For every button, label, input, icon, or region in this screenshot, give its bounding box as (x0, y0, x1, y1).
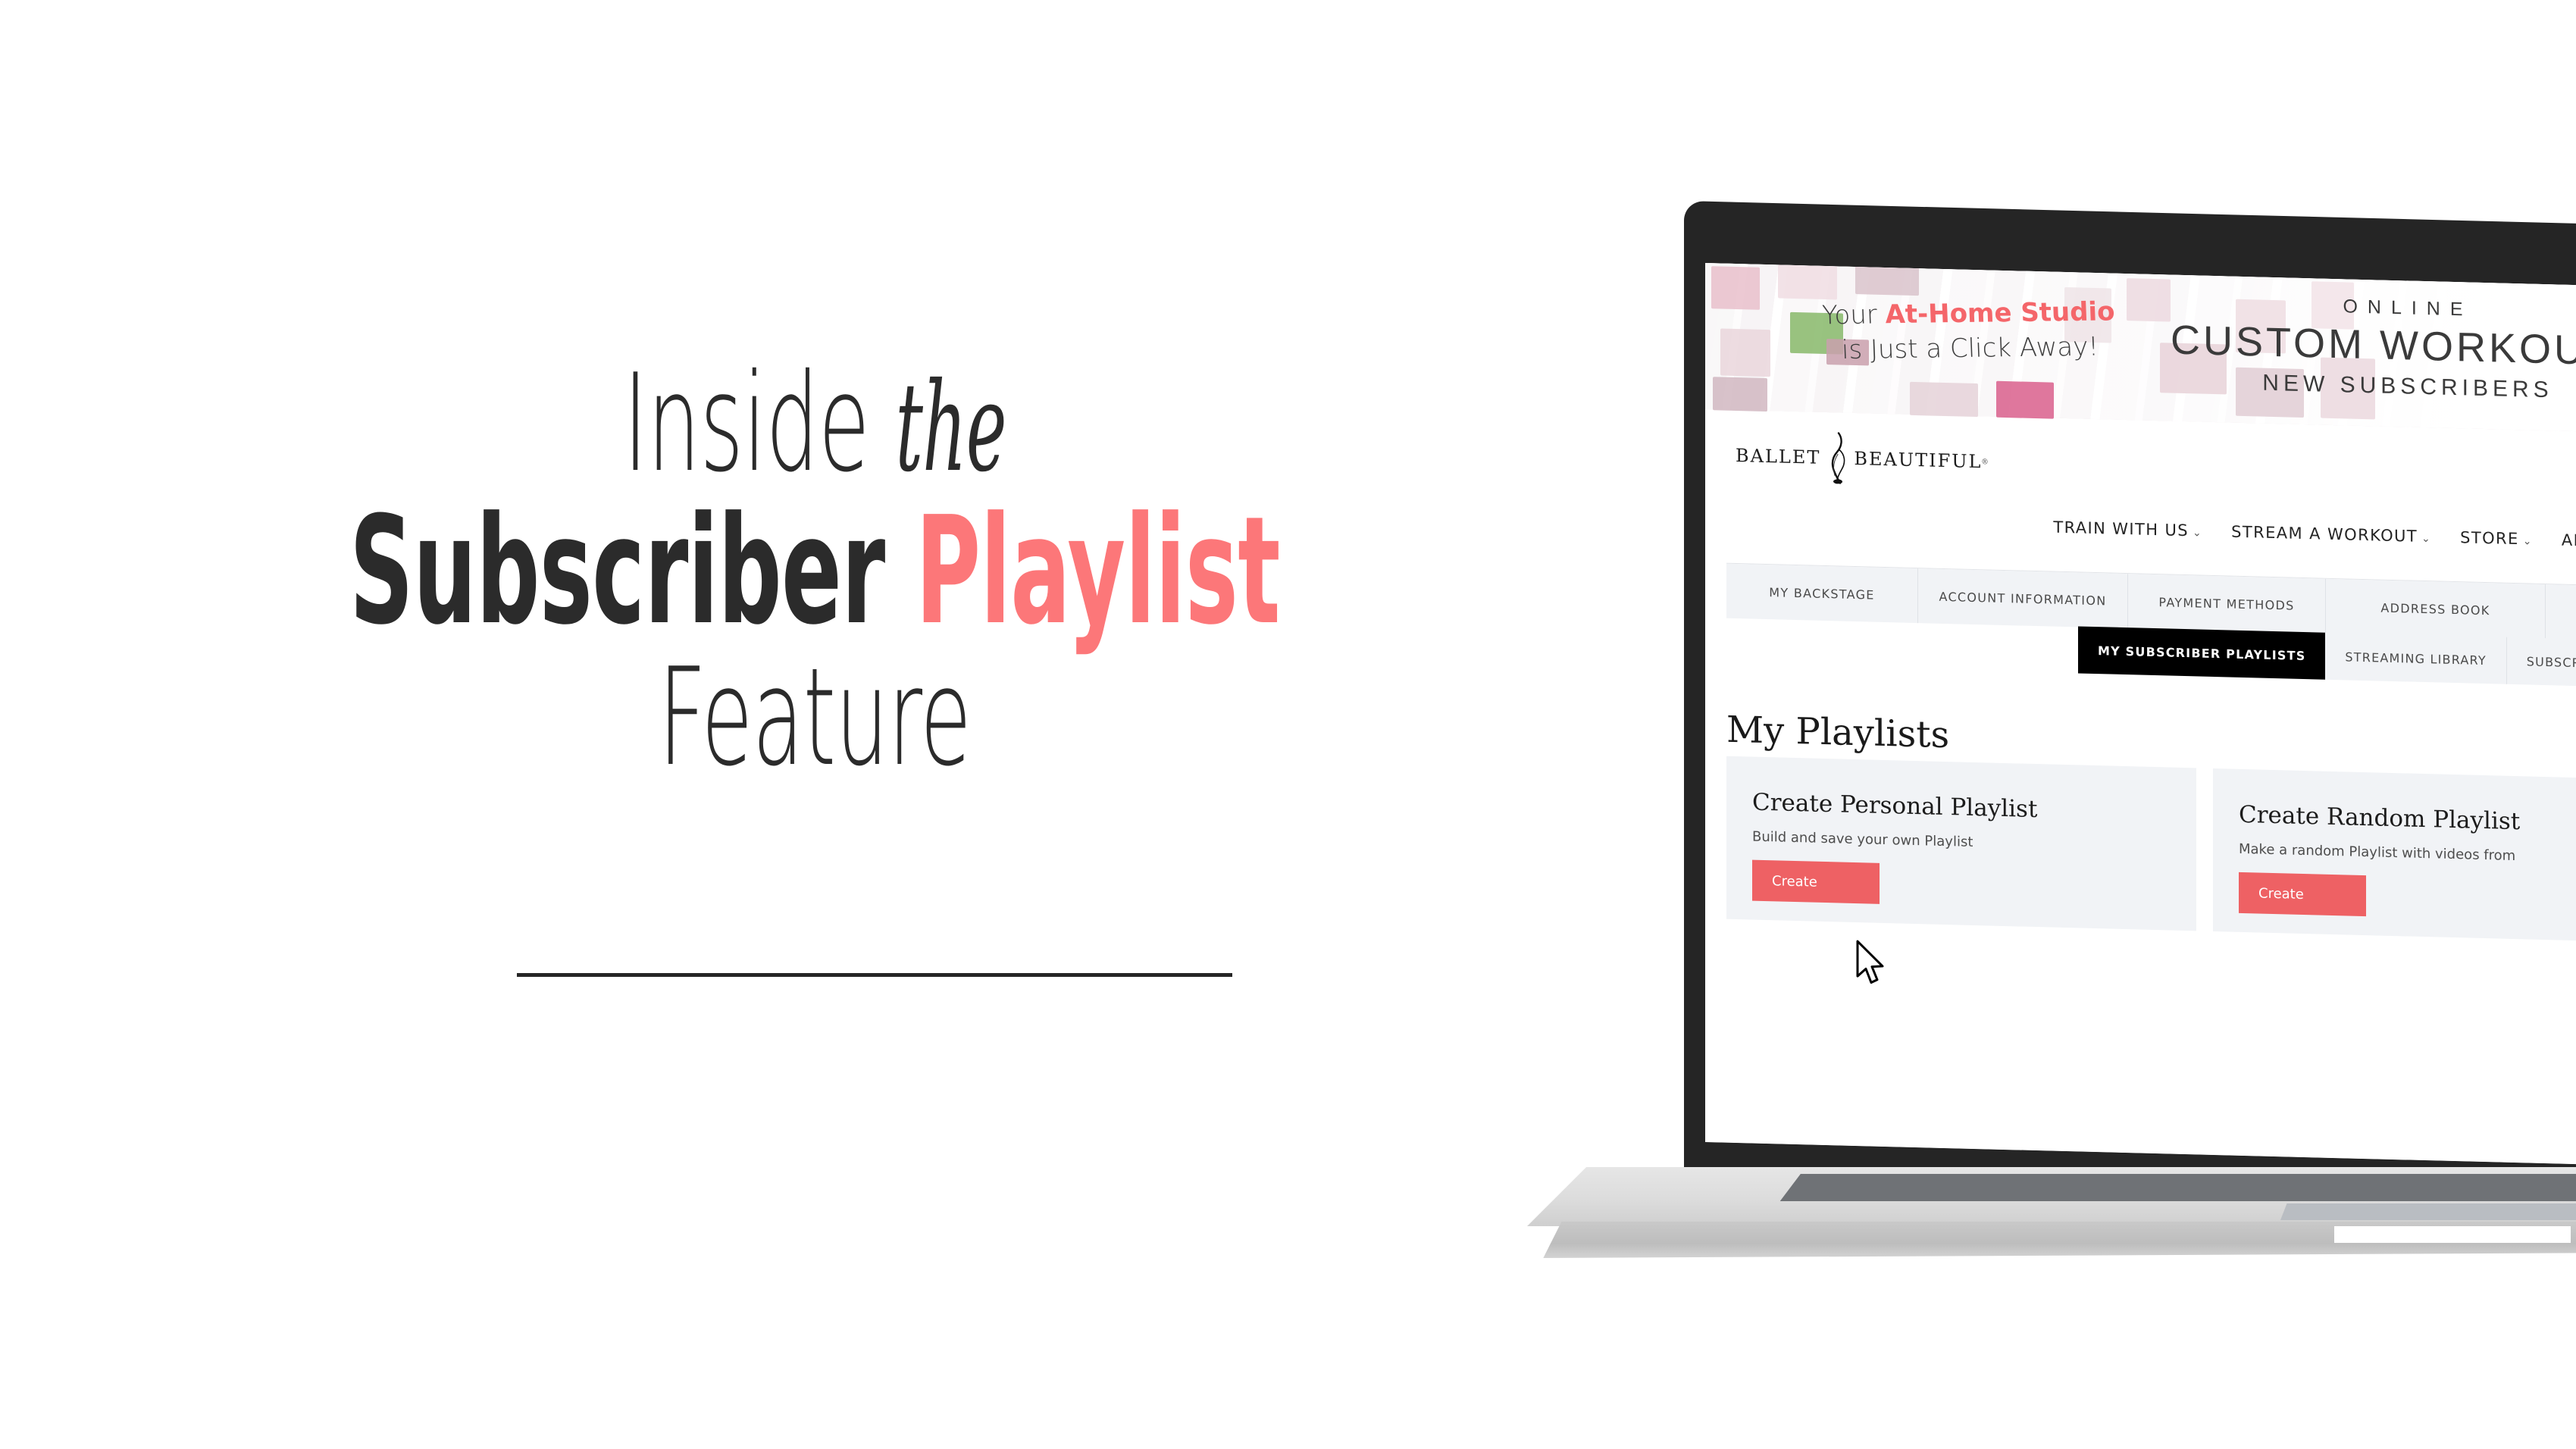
playlist-card-grid: Create Personal Playlist Build and save … (1726, 756, 2576, 944)
tab-payment-methods[interactable]: PAYMENT METHODS (2128, 574, 2326, 634)
ballerina-silhouette-icon (1823, 431, 1851, 485)
tab-address-book[interactable]: ADDRESS BOOK (2326, 578, 2546, 640)
title-line-three: Feature (658, 639, 972, 796)
nav-item-store[interactable]: STORE ⌄ (2460, 528, 2533, 548)
nav-item-train-with-us[interactable]: TRAIN WITH US ⌄ (2053, 518, 2202, 540)
tab-subscriber-library[interactable]: SUBSCRIBER LIBRARY (2506, 637, 2576, 690)
hero-headline-line-two: is Just a Click Away! (1841, 331, 2099, 366)
laptop-screen: Your At-Home Studio is Just a Click Away… (1705, 263, 2576, 1166)
title-line-two: Subscriber Playlist (326, 497, 1304, 646)
laptop-keyboard-well (1779, 1174, 2576, 1201)
hero-thumbnail (1713, 377, 1767, 412)
site-logo[interactable]: BALLET BEAUTIFUL ® (1736, 429, 1988, 488)
nav-item-about[interactable]: ABOUT (2562, 531, 2576, 551)
chevron-down-icon: ⌄ (2522, 535, 2533, 548)
logo-word-beautiful: BEAUTIFUL (1854, 447, 1983, 473)
hero-thumbnail (1711, 266, 1760, 310)
tab-my-subscriber-playlists[interactable]: MY SUBSCRIBER PLAYLISTS (2078, 626, 2326, 680)
hero-thumbnail (1720, 328, 1770, 377)
tab-my-backstage[interactable]: MY BACKSTAGE (1726, 563, 1918, 624)
hero-headline-line-one: Your At-Home Studio (1821, 296, 2115, 330)
slide-title-block: Inside the Subscriber Playlist Feature (0, 356, 1629, 785)
nav-label: STORE (2460, 528, 2519, 549)
laptop-front-notch (2334, 1226, 2571, 1243)
hero-thumbnail (1910, 381, 1978, 418)
card-create-random-playlist: Create Random Playlist Make a random Pla… (2213, 768, 2576, 944)
card-subtitle: Make a random Playlist with videos from (2239, 840, 2516, 865)
create-random-playlist-button[interactable]: Create (2239, 872, 2366, 917)
hero-left-headline: Your At-Home Studio is Just a Click Away… (1821, 296, 2117, 365)
tab-account-information[interactable]: ACCOUNT INFORMATION (1918, 568, 2128, 629)
main-navigation: TRAIN WITH US ⌄ STREAM A WORKOUT ⌄ STORE ⌄ … (1705, 509, 2576, 551)
nav-label: ABOUT (2561, 530, 2576, 551)
title-divider-rule (517, 973, 1232, 977)
hero-right-line-two: CUSTOM WORKOUTS (2171, 317, 2576, 375)
nav-label: TRAIN WITH US (2053, 518, 2189, 540)
title-line-two-accent: Playlist (915, 485, 1281, 658)
card-title: Create Personal Playlist (1752, 788, 2038, 824)
title-line-one-italic: the (895, 357, 1007, 499)
laptop-trackpad (2280, 1203, 2576, 1220)
tab-streaming-library[interactable]: STREAMING LIBRARY (2325, 632, 2507, 684)
chevron-down-icon: ⌄ (2421, 532, 2432, 546)
title-line-one-plain: Inside (623, 345, 896, 502)
hero-headline-highlight: At-Home Studio (1884, 296, 2116, 330)
page-title: My Playlists (1726, 708, 1950, 757)
logo-trademark: ® (1982, 457, 1988, 466)
mouse-cursor-icon (1855, 940, 1889, 986)
card-create-personal-playlist: Create Personal Playlist Build and save … (1726, 756, 2196, 931)
hero-thumbnail (2127, 278, 2171, 322)
hero-thumbnail (1778, 264, 1837, 300)
nav-item-stream-a-workout[interactable]: STREAM A WORKOUT ⌄ (2231, 523, 2431, 546)
laptop-mockup: Your At-Home Studio is Just a Click Away… (1527, 189, 2576, 1258)
card-title: Create Random Playlist (2239, 800, 2521, 836)
hero-thumbnail (1855, 264, 1919, 296)
logo-word-ballet: BALLET (1736, 445, 1821, 468)
tab-overflow[interactable] (2546, 584, 2576, 643)
chevron-down-icon: ⌄ (2193, 527, 2203, 540)
card-subtitle: Build and save your own Playlist (1752, 828, 1973, 850)
hero-right-headline: ONLINE CUSTOM WORKOUTS NEW SUBSCRIBERS (2171, 292, 2576, 406)
laptop-base (1527, 1167, 2576, 1258)
title-line-two-plain: Subscriber (349, 485, 916, 658)
create-personal-playlist-button[interactable]: Create (1752, 859, 1880, 904)
hero-headline-prefix: Your (1821, 299, 1886, 331)
website-viewport: Your At-Home Studio is Just a Click Away… (1705, 263, 2576, 1166)
hero-thumbnail (1996, 380, 2054, 419)
hero-banner[interactable]: Your At-Home Studio is Just a Click Away… (1705, 263, 2576, 433)
nav-label: STREAM A WORKOUT (2231, 522, 2418, 546)
title-line-one: Inside the (310, 356, 1320, 491)
